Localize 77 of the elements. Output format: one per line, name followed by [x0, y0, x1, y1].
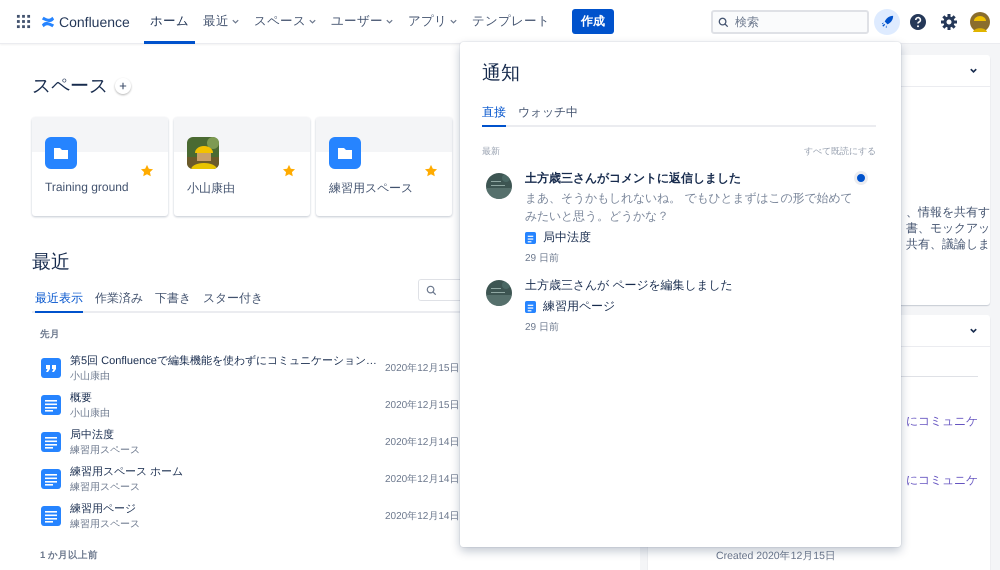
plus-icon [119, 82, 127, 90]
page-icon [525, 300, 536, 312]
folder-icon [45, 137, 77, 169]
description-text: 共有、議論しま [906, 236, 990, 252]
nav-menu-item[interactable]: アプリ [402, 0, 464, 44]
quote-icon [41, 358, 61, 378]
tab[interactable]: ウォッチ中 [518, 102, 578, 127]
page-icon [41, 506, 61, 526]
tab[interactable]: 下書き [155, 288, 191, 313]
page-link[interactable]: 局中法度 [70, 426, 114, 442]
page-link[interactable]: 練習用ページ [70, 500, 136, 516]
panel-title: 通知 [482, 62, 521, 86]
space-name: 練習用スペース [70, 480, 141, 494]
space-name: Training ground [45, 180, 129, 194]
nav-menu-item[interactable]: テンプレート [466, 0, 556, 44]
app-name: Confluence [59, 14, 130, 30]
app-switcher-icon [16, 14, 31, 29]
space-name: 小山康由 [70, 370, 111, 382]
page-icon [41, 394, 61, 414]
nav-menu-item[interactable]: ユーザー [324, 0, 400, 44]
search-icon [426, 284, 437, 296]
date-text: 2020年12月14日 [385, 436, 460, 448]
logo-icon [41, 14, 55, 28]
date-text: 2020年12月14日 [385, 510, 460, 522]
tab[interactable]: 最近表示 [35, 288, 83, 313]
help-icon [909, 12, 927, 30]
page-icon [41, 468, 61, 488]
space-card[interactable]: 練習用スペース [316, 117, 452, 216]
page-link[interactable]: 練習用ページ [543, 298, 615, 315]
nav-menu-item[interactable]: ホーム [144, 0, 195, 44]
space-name: 練習用スペース [70, 444, 141, 456]
group-heading: 先月 [40, 328, 61, 341]
search-icon [718, 16, 729, 28]
group-heading: 1 か月以上前 [40, 549, 99, 562]
section-label: 最新 [482, 145, 500, 158]
nav-menu-item[interactable]: 最近 [196, 0, 246, 44]
nav-menu-item[interactable]: スペース [248, 0, 323, 44]
tab[interactable]: スター付き [203, 288, 263, 313]
user-avatar [970, 12, 990, 32]
page-icon [525, 232, 536, 244]
search-field[interactable]: 検索 [711, 10, 869, 34]
page-link[interactable]: にコミュニケ [906, 413, 978, 430]
create-button[interactable]: 作成 [572, 9, 614, 34]
unread-dot[interactable] [854, 171, 868, 185]
settings-icon [940, 12, 958, 30]
section-title: 最近 [32, 251, 70, 275]
page-link[interactable]: 練習用スペース ホーム [70, 464, 184, 478]
folder-icon [329, 137, 361, 169]
space-name: 小山康由 [187, 180, 235, 197]
page-link[interactable]: にコミュニケ [906, 472, 978, 489]
page-link[interactable]: 第5回 Confluenceで編集機能を使わずにコミュニケーション… [70, 352, 377, 368]
page-link[interactable]: 概要 [70, 390, 92, 404]
notifications-button[interactable] [874, 8, 900, 34]
date-text: 2020年12月15日 [385, 362, 460, 374]
time-text: 29 日前 [525, 321, 560, 334]
date-text: 2020年12月14日 [385, 472, 460, 486]
rocket-icon [880, 14, 894, 29]
tab[interactable]: 作業済み [95, 288, 143, 313]
page-icon [41, 432, 61, 452]
section-title: スペース [32, 75, 108, 99]
page-link[interactable]: 局中法度 [543, 229, 591, 246]
space-card[interactable]: Training ground [32, 117, 168, 216]
chevron-down-icon [969, 326, 978, 335]
created-date: Created 2020年12月15日 [715, 549, 837, 563]
space-name: 練習用スペース [329, 180, 413, 197]
space-name: 練習用スペース [70, 518, 141, 530]
notification-title[interactable]: 土方歳三さんが ページを編集しました [525, 277, 732, 294]
notification-title[interactable]: 土方歳三さんがコメントに返信しました [525, 170, 741, 187]
date-text: 2020年12月15日 [385, 398, 460, 412]
time-text: 29 日前 [525, 252, 560, 265]
tab[interactable]: 直接 [482, 102, 506, 127]
description-text: 、情報を共有す [906, 204, 990, 220]
space-card[interactable]: 小山康由 [174, 117, 310, 216]
comment-excerpt: まあ、そうかもしれないね。 でもひとまずはこの形で始めてみたいと思う。どうかな？ [525, 190, 854, 225]
space-name: 小山康由 [70, 406, 111, 420]
chevron-down-icon [969, 66, 978, 75]
description-text: 書、モックアッ [906, 220, 990, 236]
